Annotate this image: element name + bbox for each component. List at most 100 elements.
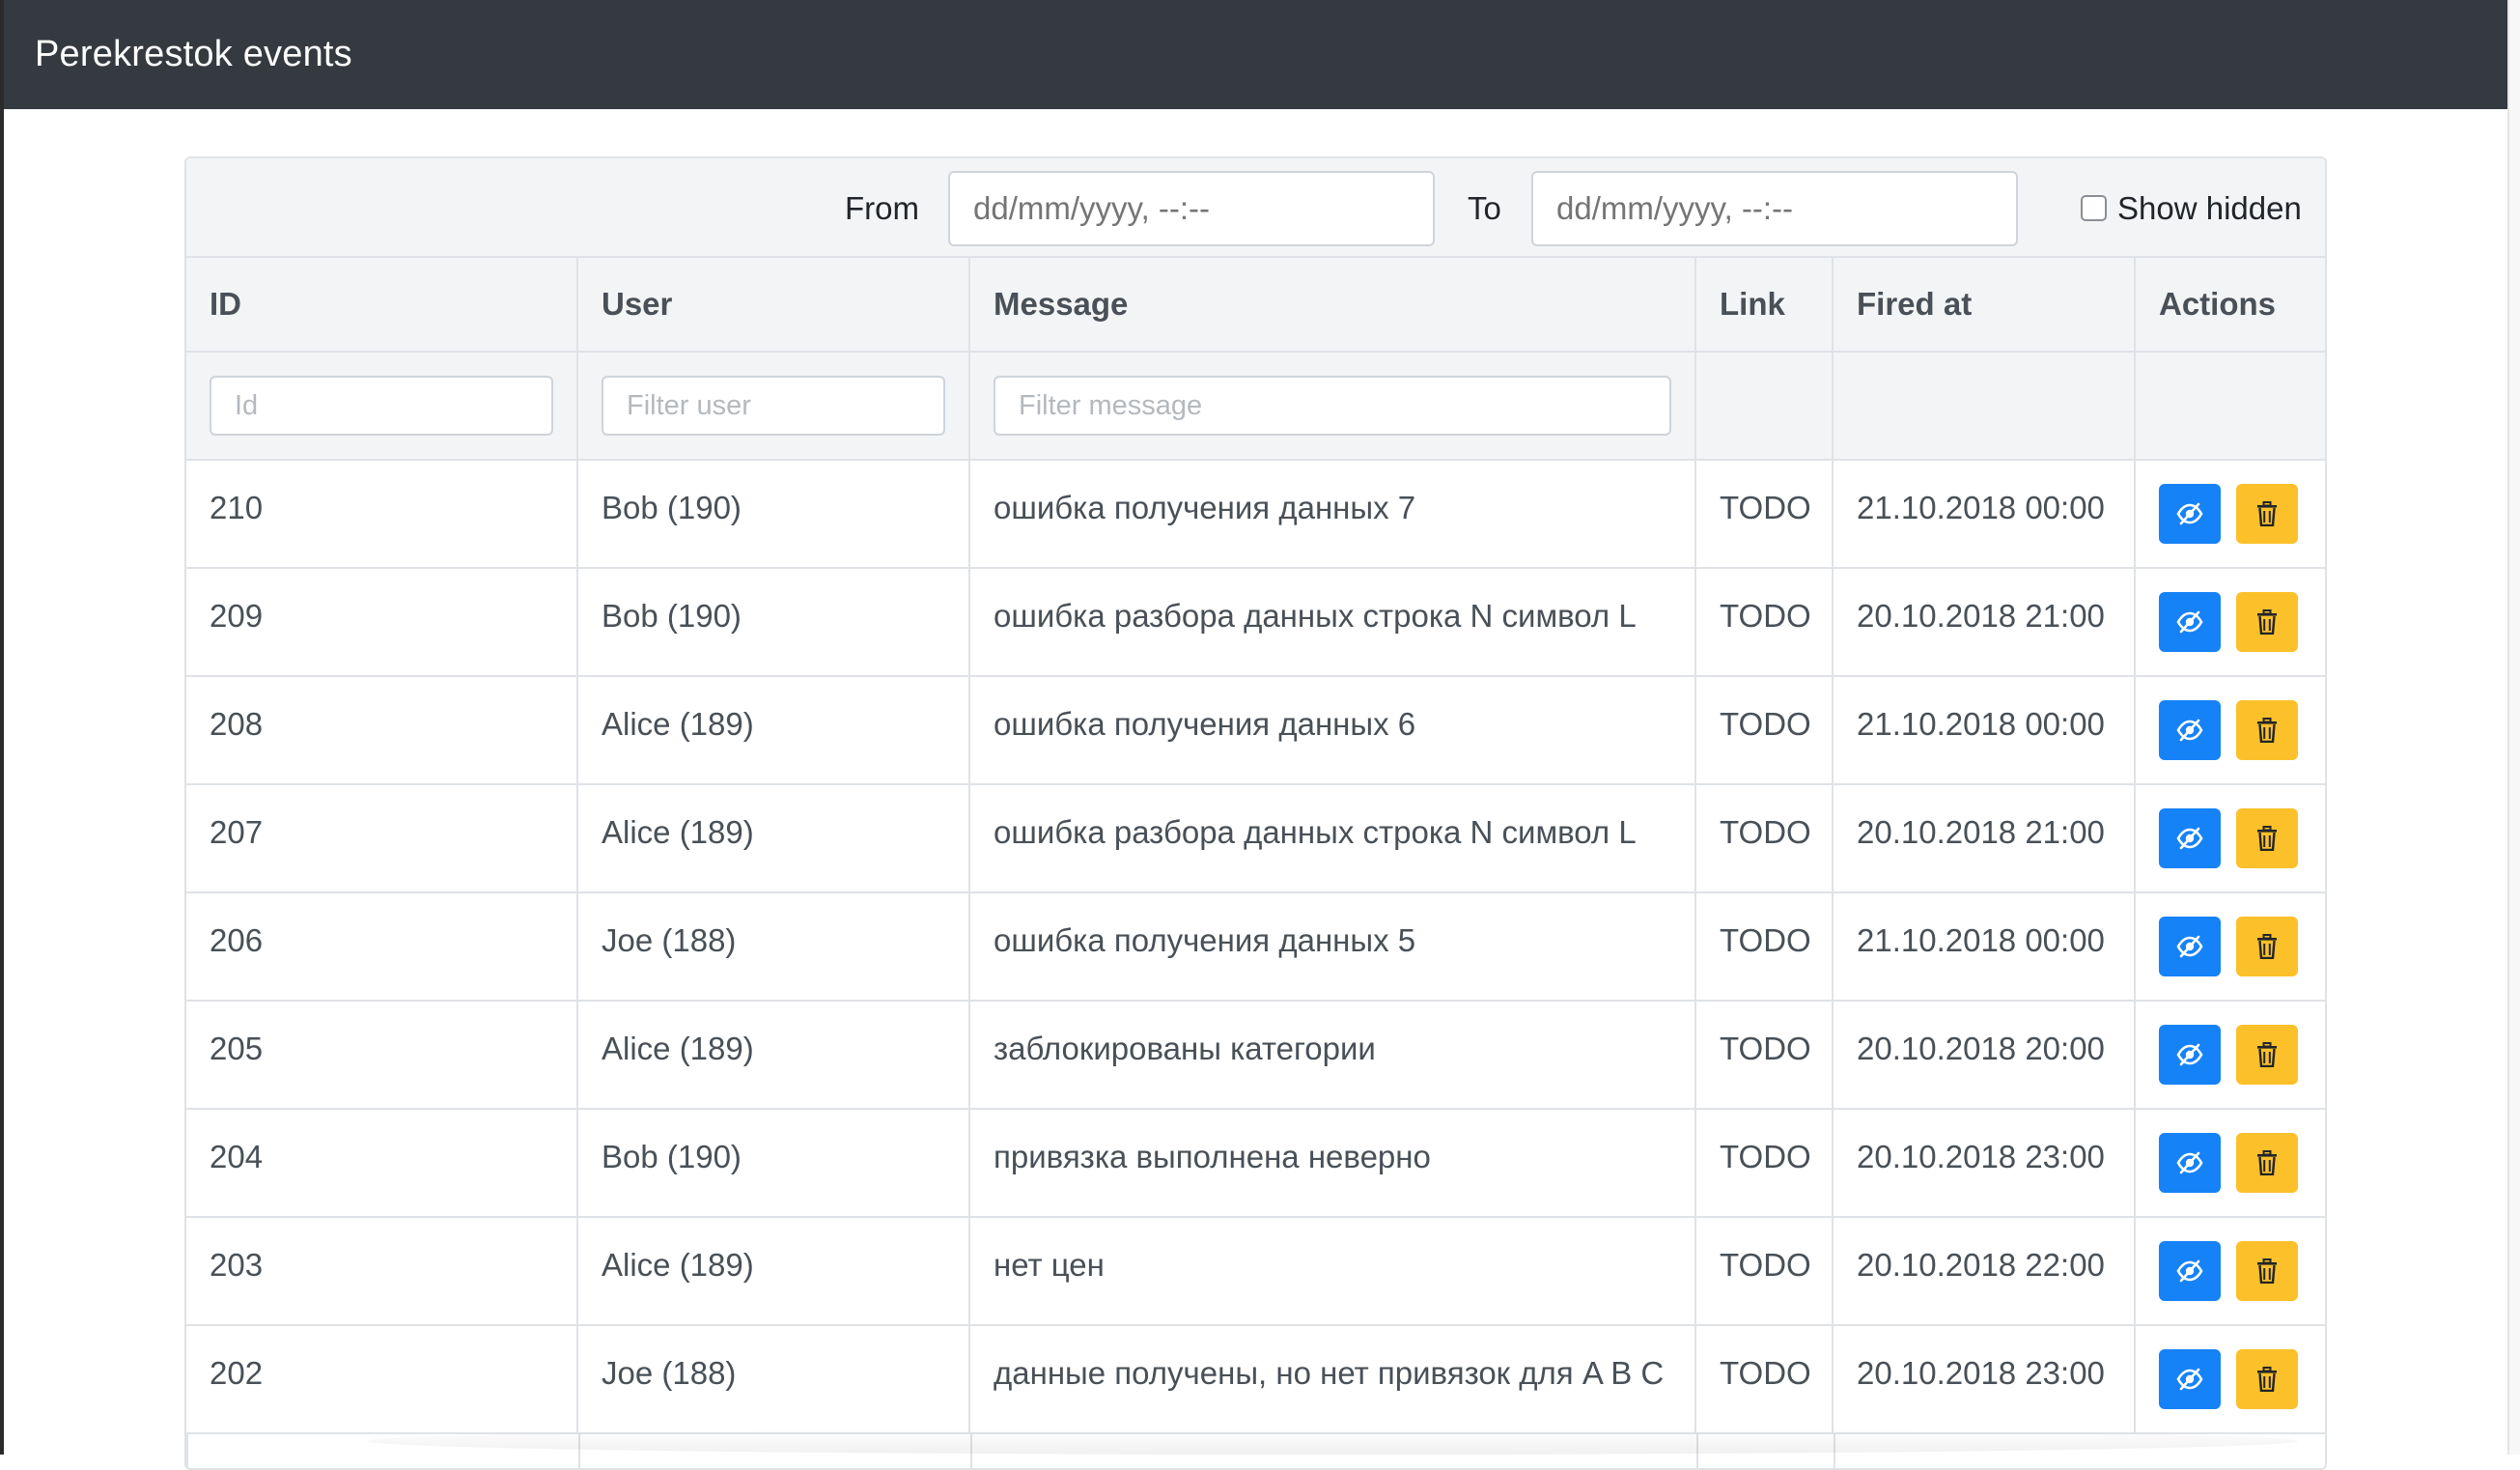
cell-user: Alice (189) [578, 1218, 970, 1324]
cell-user: Alice (189) [578, 677, 970, 783]
events-card: From To Show hidden ID User Message Link… [184, 156, 2327, 1470]
cell-user: Bob (190) [578, 1110, 970, 1216]
delete-event-button[interactable] [2236, 484, 2298, 544]
cell-link: TODO [1696, 1110, 1834, 1216]
cell-link-text: TODO [1720, 598, 1811, 634]
cell-id-text: 206 [210, 922, 264, 958]
column-header-message[interactable]: Message [970, 258, 1696, 351]
table-row: 204 Bob (190) привязка выполнена неверно TO… [186, 1110, 2325, 1218]
hide-event-button[interactable] [2159, 808, 2221, 868]
date-filter-bar: From To Show hidden [186, 158, 2325, 258]
eye-icon [2176, 1043, 2203, 1066]
column-header-label: Message [994, 286, 1129, 322]
cell-fired-at-text: 21.10.2018 00:00 [1857, 490, 2105, 525]
cell-link-text: TODO [1720, 1139, 1811, 1174]
cell-message: нет цен [970, 1218, 1696, 1324]
cell-id: 204 [186, 1110, 578, 1216]
cell-fired-at-text: 21.10.2018 00:00 [1857, 706, 2105, 742]
trash-icon [2256, 1150, 2278, 1175]
column-header-link[interactable]: Link [1696, 258, 1834, 351]
cell-fired-at-text: 20.10.2018 22:00 [1857, 1247, 2105, 1283]
cell-message: ошибка получения данных 6 [970, 677, 1696, 783]
cell-user: Bob (190) [578, 569, 970, 675]
from-date-input[interactable] [948, 171, 1435, 246]
hide-event-button[interactable] [2159, 592, 2221, 652]
hide-event-button[interactable] [2159, 1025, 2221, 1085]
cell-link: TODO [1696, 785, 1834, 891]
app-title[interactable]: Perekrestok events [35, 34, 352, 75]
delete-event-button[interactable] [2236, 808, 2298, 868]
cell-fired-at-text: 20.10.2018 23:00 [1857, 1355, 2105, 1391]
trash-icon [2256, 1042, 2278, 1067]
to-date-input[interactable] [1531, 171, 2018, 246]
cell-id: 202 [186, 1326, 578, 1432]
eye-icon [2176, 1259, 2203, 1283]
cell-message-text: ошибка разбора данных строка N символ L [994, 598, 1637, 634]
cell-id-text: 208 [210, 706, 264, 742]
cell-fired-at-text: 20.10.2018 21:00 [1857, 814, 2105, 850]
cell-user-text: Bob (190) [602, 598, 742, 634]
delete-event-button[interactable] [2236, 1133, 2298, 1193]
eye-icon [2176, 935, 2203, 958]
cell-link-text: TODO [1720, 490, 1811, 525]
hide-event-button[interactable] [2159, 700, 2221, 760]
cell-message: заблокированы категории [970, 1002, 1696, 1108]
trash-icon [2256, 1258, 2278, 1284]
hide-event-button[interactable] [2159, 1133, 2221, 1193]
cell-link: TODO [1696, 1218, 1834, 1324]
message-filter-input[interactable] [994, 376, 1671, 436]
cell-fired-at: 21.10.2018 00:00 [1834, 461, 2136, 567]
delete-event-button[interactable] [2236, 917, 2298, 976]
delete-event-button[interactable] [2236, 1025, 2298, 1085]
eye-icon [2176, 1368, 2203, 1391]
show-hidden-checkbox[interactable] [2081, 195, 2107, 221]
cell-link-text: TODO [1720, 706, 1811, 742]
id-filter-input[interactable] [210, 376, 553, 436]
eye-icon [2176, 719, 2203, 742]
column-header-user[interactable]: User [578, 258, 970, 351]
show-hidden-label[interactable]: Show hidden [2117, 158, 2302, 258]
user-filter-input[interactable] [602, 376, 945, 436]
cell-actions [2136, 1326, 2325, 1432]
hide-event-button[interactable] [2159, 1241, 2221, 1301]
eye-icon [2176, 610, 2203, 634]
window-scrollbar[interactable] [2507, 0, 2520, 1455]
cell-user: Bob (190) [578, 461, 970, 567]
cell-user-text: Bob (190) [602, 490, 742, 525]
trash-icon [2256, 826, 2278, 851]
trash-icon [2256, 934, 2278, 959]
column-header-id[interactable]: ID [186, 258, 578, 351]
table-row: 203 Alice (189) нет цен TODO 20.10.2018 22:0… [186, 1218, 2325, 1326]
eye-icon [2176, 1151, 2203, 1174]
cell-id-text: 210 [210, 490, 264, 525]
trash-icon [2256, 501, 2278, 526]
cell-id: 210 [186, 461, 578, 567]
cell-user-text: Alice (189) [602, 1031, 754, 1066]
cell-user: Alice (189) [578, 1002, 970, 1108]
cell-link-text: TODO [1720, 922, 1811, 958]
delete-event-button[interactable] [2236, 592, 2298, 652]
window-left-edge [0, 0, 4, 1455]
cell-link: TODO [1696, 677, 1834, 783]
delete-event-button[interactable] [2236, 1349, 2298, 1409]
hide-event-button[interactable] [2159, 484, 2221, 544]
table-row: 207 Alice (189) ошибка разбора данных стро… [186, 785, 2325, 893]
cell-fired-at: 20.10.2018 20:00 [1834, 1002, 2136, 1108]
column-header-fired-at[interactable]: Fired at [1834, 258, 2136, 351]
cell-id-text: 207 [210, 814, 264, 850]
delete-event-button[interactable] [2236, 1241, 2298, 1301]
cell-user: Joe (188) [578, 893, 970, 1000]
hide-event-button[interactable] [2159, 917, 2221, 976]
cell-message: ошибка разбора данных строка N символ L [970, 785, 1696, 891]
cell-id: 203 [186, 1218, 578, 1324]
hide-event-button[interactable] [2159, 1349, 2221, 1409]
cell-message: привязка выполнена неверно [970, 1110, 1696, 1216]
delete-event-button[interactable] [2236, 700, 2298, 760]
cell-fired-at: 20.10.2018 22:00 [1834, 1218, 2136, 1324]
table-row: 205 Alice (189) заблокированы категории TOD… [186, 1002, 2325, 1110]
filter-cell-message [970, 353, 1696, 459]
cell-message: ошибка получения данных 5 [970, 893, 1696, 1000]
cell-user: Alice (189) [578, 785, 970, 891]
cell-actions [2136, 569, 2325, 675]
cell-fired-at: 20.10.2018 21:00 [1834, 569, 2136, 675]
